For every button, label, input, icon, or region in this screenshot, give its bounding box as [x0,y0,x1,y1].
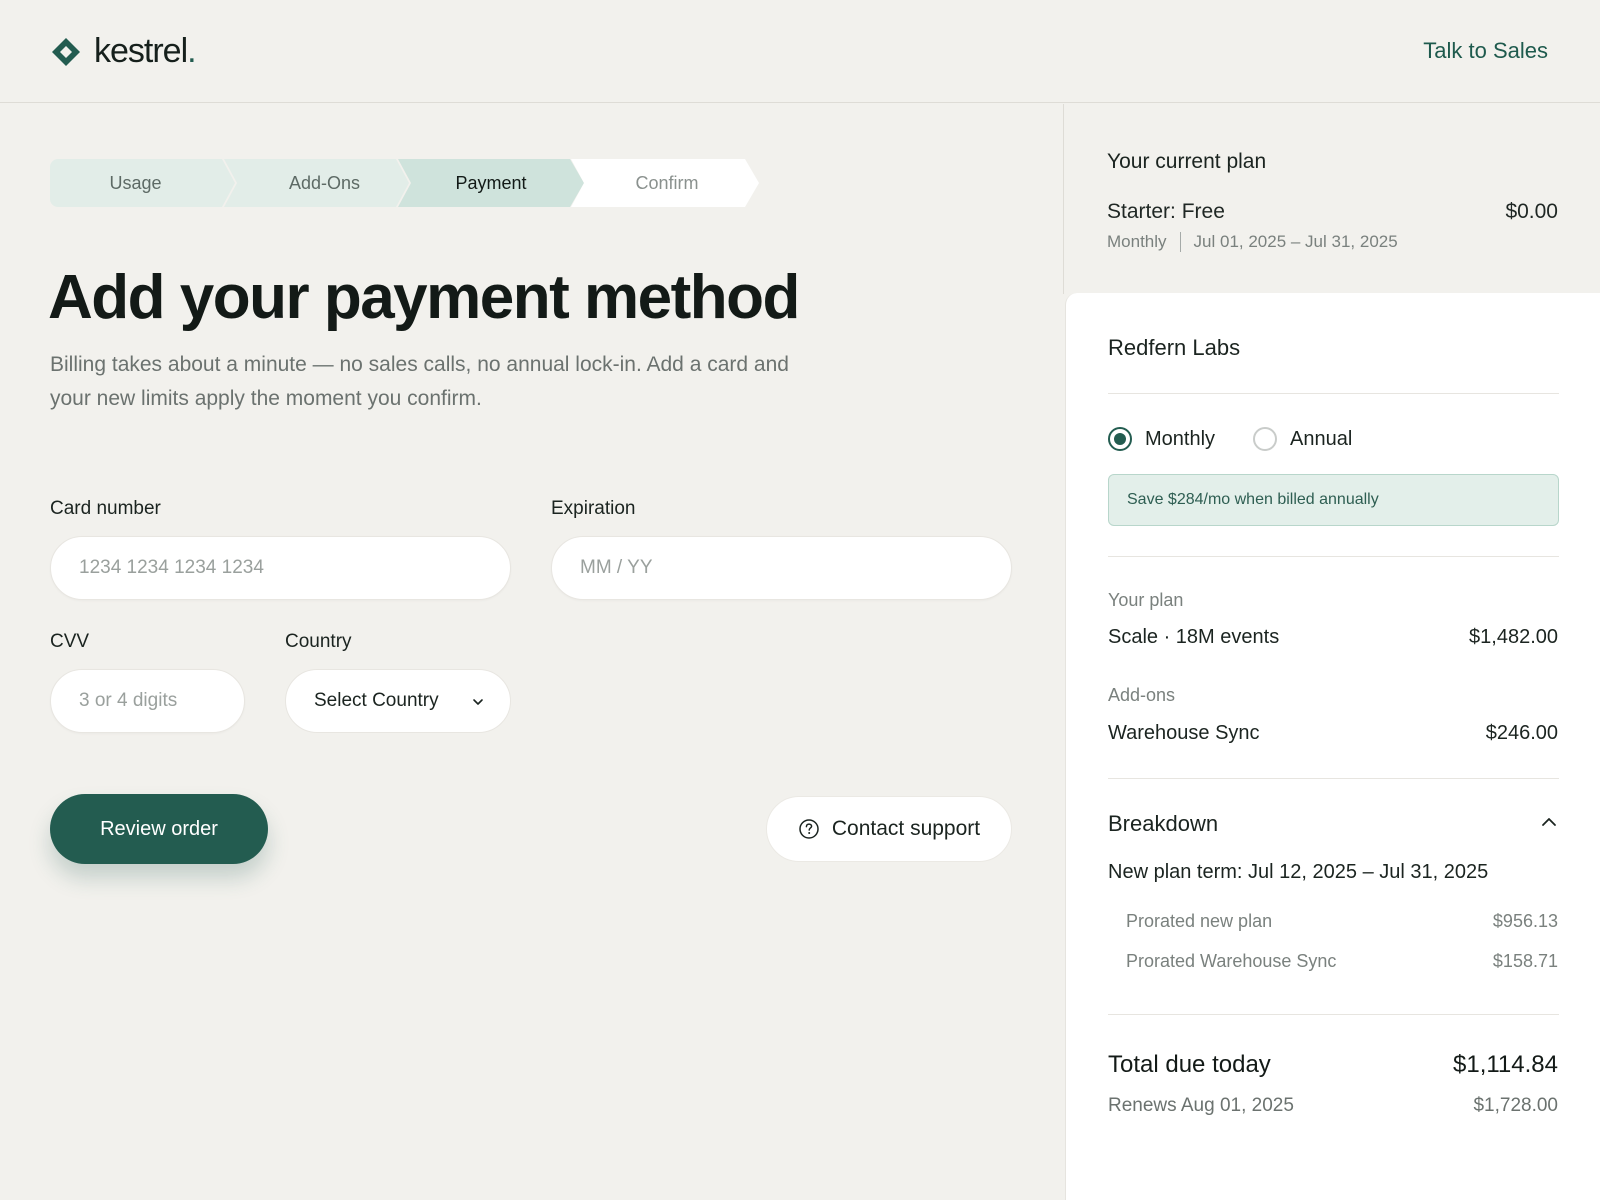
country-label: Country [285,631,352,652]
card-number-label: Card number [50,498,161,519]
step-add-ons[interactable]: Add-Ons [224,159,409,207]
expiration-input[interactable] [551,536,1012,600]
current-plan-period: Jul 01, 2025 – Jul 31, 2025 [1193,232,1398,251]
chevron-up-icon[interactable] [1540,813,1558,831]
annual-radio[interactable] [1253,427,1278,451]
plan-name: Scale · 18M events [1108,626,1280,648]
breakdown-title[interactable]: Breakdown [1108,811,1218,837]
breakdown-item-value: $158.71 [1492,951,1558,971]
review-order-button[interactable]: Review order [50,794,268,864]
new-plan-term: New plan term: Jul 12, 2025 – Jul 31, 20… [1108,861,1489,883]
divider [1108,393,1559,394]
current-plan-panel: Your current plan Starter: Free $0.00 Mo… [1063,104,1600,294]
monthly-radio-label[interactable]: Monthly [1145,428,1215,451]
divider [1108,778,1559,779]
talk-to-sales-link[interactable]: Talk to Sales [1423,38,1548,64]
breakdown-item-name: Prorated Warehouse Sync [1126,951,1337,971]
page-subtitle: Billing takes about a minute — no sales … [50,353,789,410]
expiration-label: Expiration [551,498,636,519]
breakdown-item-name: Prorated new plan [1126,911,1273,931]
plan-price: $1,482.00 [1469,626,1558,648]
checkout-stepper: Usage Add-Ons Payment Confirm [50,159,760,207]
payment-form-section: Usage Add-Ons Payment Confirm Add your p… [0,104,1063,1200]
divider [1108,556,1559,557]
your-plan-label: Your plan [1108,590,1184,610]
organization-name: Redfern Labs [1108,335,1241,360]
renewal-value: $1,728.00 [1473,1095,1558,1116]
order-summary-card: Redfern Labs Monthly Annual Save $284/mo… [1065,293,1600,1200]
brand-logo[interactable]: kestrel. [50,32,197,71]
total-due-label: Total due today [1108,1051,1271,1078]
renewal-label: Renews Aug 01, 2025 [1108,1095,1294,1116]
kestrel-logo-icon [50,36,82,68]
step-payment[interactable]: Payment [398,159,584,207]
annual-radio-label[interactable]: Annual [1290,428,1352,451]
page-title: Add your payment method [48,263,800,332]
step-confirm[interactable]: Confirm [571,159,759,207]
monthly-radio[interactable] [1108,427,1132,451]
divider [1108,1014,1559,1015]
annual-savings-banner: Save $284/mo when billed annually [1108,474,1559,526]
billing-cycle-toggle: Monthly Annual [1108,427,1390,451]
total-due-value: $1,114.84 [1453,1051,1558,1078]
current-plan-cycle: Monthly [1107,232,1167,251]
addon-name: Warehouse Sync [1108,722,1260,744]
current-plan-heading: Your current plan [1107,150,1267,173]
current-plan-price: $0.00 [1505,200,1558,223]
meta-divider [1179,232,1181,252]
add-ons-label: Add-ons [1108,685,1176,705]
current-plan-name: Starter: Free [1107,200,1225,223]
help-circle-icon [799,819,819,839]
breakdown-item-value: $956.13 [1492,911,1558,931]
step-usage[interactable]: Usage [50,159,235,207]
contact-support-label: Contact support [831,817,981,840]
current-plan-meta: Monthly Jul 01, 2025 – Jul 31, 2025 [1107,232,1398,252]
chevron-down-icon [473,699,483,705]
addon-price: $246.00 [1485,722,1558,744]
country-select[interactable]: Select Country [285,669,511,733]
cvv-label: CVV [50,631,90,652]
contact-support-button[interactable]: Contact support [766,796,1012,862]
top-header: kestrel. Talk to Sales [0,0,1600,103]
brand-name: kestrel. [94,32,197,70]
country-select-value: Select Country [314,690,439,711]
card-number-input[interactable] [50,536,511,600]
cvv-input[interactable] [50,669,245,733]
